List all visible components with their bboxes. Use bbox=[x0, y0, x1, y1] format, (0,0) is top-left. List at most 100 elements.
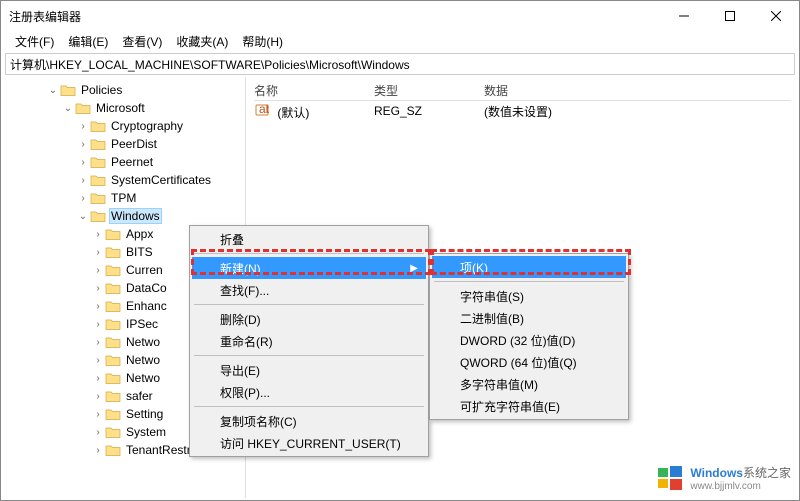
folder-icon bbox=[90, 209, 106, 223]
chevron-right-icon[interactable]: › bbox=[91, 373, 105, 384]
ctx-export[interactable]: 导出(E) bbox=[192, 359, 426, 381]
col-type[interactable]: 类型 bbox=[374, 82, 484, 99]
address-bar[interactable]: 计算机\HKEY_LOCAL_MACHINE\SOFTWARE\Policies… bbox=[5, 53, 795, 75]
separator bbox=[194, 406, 424, 407]
ctx-permissions[interactable]: 权限(P)... bbox=[192, 381, 426, 403]
folder-icon bbox=[105, 389, 121, 403]
svg-text:ab: ab bbox=[259, 103, 269, 116]
col-data[interactable]: 数据 bbox=[484, 82, 791, 99]
tree-label: Setting bbox=[124, 407, 165, 421]
menu-help[interactable]: 帮助(H) bbox=[236, 31, 289, 52]
sub-qword[interactable]: QWORD (64 位)值(Q) bbox=[432, 351, 626, 373]
chevron-right-icon[interactable]: › bbox=[76, 175, 90, 186]
chevron-right-icon[interactable]: › bbox=[91, 301, 105, 312]
tree-label: Netwo bbox=[124, 353, 162, 367]
list-row[interactable]: ab (默认) REG_SZ (数值未设置) bbox=[254, 101, 791, 121]
ctx-new[interactable]: 新建(N) ▶ bbox=[192, 257, 426, 279]
tree-label: TPM bbox=[109, 191, 138, 205]
chevron-down-icon[interactable]: ⌄ bbox=[61, 103, 75, 114]
folder-icon bbox=[105, 443, 121, 457]
sub-binary[interactable]: 二进制值(B) bbox=[432, 307, 626, 329]
chevron-right-icon[interactable]: › bbox=[76, 121, 90, 132]
folder-icon bbox=[90, 155, 106, 169]
folder-icon bbox=[105, 407, 121, 421]
ctx-copykey[interactable]: 复制项名称(C) bbox=[192, 410, 426, 432]
chevron-down-icon[interactable]: ⌄ bbox=[46, 85, 60, 96]
tree-label: System bbox=[124, 425, 168, 439]
tree-label: Policies bbox=[79, 83, 124, 97]
folder-icon bbox=[105, 371, 121, 385]
tree-label: Appx bbox=[124, 227, 155, 241]
tree-label: BITS bbox=[124, 245, 155, 259]
tree-label: Peernet bbox=[109, 155, 155, 169]
tree-item[interactable]: ⌄ Microsoft bbox=[1, 99, 245, 117]
ctx-delete[interactable]: 删除(D) bbox=[192, 308, 426, 330]
separator bbox=[194, 253, 424, 254]
list-header: 名称 类型 数据 bbox=[254, 81, 791, 101]
chevron-right-icon[interactable]: › bbox=[91, 247, 105, 258]
tree-label: Windows bbox=[109, 208, 162, 224]
chevron-right-icon[interactable]: › bbox=[76, 139, 90, 150]
address-text: 计算机\HKEY_LOCAL_MACHINE\SOFTWARE\Policies… bbox=[10, 56, 410, 73]
tree-item[interactable]: › Cryptography bbox=[1, 117, 245, 135]
chevron-right-icon[interactable]: › bbox=[91, 391, 105, 402]
tree-item[interactable]: ⌄ Policies bbox=[1, 81, 245, 99]
submenu-new: 项(K) 字符串值(S) 二进制值(B) DWORD (32 位)值(D) QW… bbox=[429, 253, 629, 420]
chevron-right-icon[interactable]: › bbox=[91, 445, 105, 456]
folder-icon bbox=[105, 353, 121, 367]
separator bbox=[434, 281, 624, 282]
tree-item[interactable]: ›SystemCertificates bbox=[1, 171, 245, 189]
titlebar: 注册表编辑器 bbox=[1, 1, 799, 31]
ctx-collapse[interactable]: 折叠 bbox=[192, 228, 426, 250]
ctx-rename[interactable]: 重命名(R) bbox=[192, 330, 426, 352]
chevron-right-icon[interactable]: › bbox=[76, 193, 90, 204]
window-title: 注册表编辑器 bbox=[9, 8, 661, 25]
sub-expand[interactable]: 可扩充字符串值(E) bbox=[432, 395, 626, 417]
chevron-right-icon[interactable]: › bbox=[91, 337, 105, 348]
tree-label: Netwo bbox=[124, 335, 162, 349]
sub-multi[interactable]: 多字符串值(M) bbox=[432, 373, 626, 395]
tree-item[interactable]: › Peernet bbox=[1, 153, 245, 171]
chevron-right-icon[interactable]: › bbox=[91, 409, 105, 420]
tree-label: Cryptography bbox=[109, 119, 185, 133]
value-type: REG_SZ bbox=[374, 104, 484, 118]
sub-string[interactable]: 字符串值(S) bbox=[432, 285, 626, 307]
sub-key[interactable]: 项(K) bbox=[432, 256, 626, 278]
folder-icon bbox=[105, 317, 121, 331]
tree-item[interactable]: ⌄ Windows bbox=[1, 207, 245, 225]
chevron-down-icon[interactable]: ⌄ bbox=[76, 211, 90, 222]
windows-logo-icon bbox=[656, 464, 684, 492]
tree-item[interactable]: ›PeerDist bbox=[1, 135, 245, 153]
separator bbox=[194, 304, 424, 305]
close-button[interactable] bbox=[753, 1, 799, 31]
tree-label: IPSec bbox=[124, 317, 160, 331]
menu-view[interactable]: 查看(V) bbox=[116, 31, 168, 52]
menu-file[interactable]: 文件(F) bbox=[9, 31, 60, 52]
col-name[interactable]: 名称 bbox=[254, 82, 374, 99]
chevron-right-icon[interactable]: › bbox=[91, 427, 105, 438]
menu-edit[interactable]: 编辑(E) bbox=[62, 31, 114, 52]
minimize-button[interactable] bbox=[661, 1, 707, 31]
folder-icon bbox=[105, 425, 121, 439]
chevron-right-icon[interactable]: › bbox=[91, 355, 105, 366]
chevron-right-icon[interactable]: › bbox=[91, 265, 105, 276]
tree-label: Curren bbox=[124, 263, 165, 277]
tree-label: DataCo bbox=[124, 281, 169, 295]
chevron-right-icon[interactable]: › bbox=[91, 283, 105, 294]
chevron-right-icon[interactable]: › bbox=[91, 319, 105, 330]
folder-icon bbox=[90, 119, 106, 133]
submenu-arrow-icon: ▶ bbox=[410, 263, 418, 274]
tree-label: safer bbox=[124, 389, 155, 403]
chevron-right-icon[interactable]: › bbox=[76, 157, 90, 168]
folder-icon bbox=[105, 299, 121, 313]
folder-icon bbox=[105, 335, 121, 349]
tree-item[interactable]: › TPM bbox=[1, 189, 245, 207]
ctx-goto-hkcu[interactable]: 访问 HKEY_CURRENT_USER(T) bbox=[192, 432, 426, 454]
maximize-button[interactable] bbox=[707, 1, 753, 31]
sub-dword[interactable]: DWORD (32 位)值(D) bbox=[432, 329, 626, 351]
menu-favorites[interactable]: 收藏夹(A) bbox=[170, 31, 234, 52]
folder-icon bbox=[105, 263, 121, 277]
tree-label: Microsoft bbox=[94, 101, 147, 115]
chevron-right-icon[interactable]: › bbox=[91, 229, 105, 240]
ctx-find[interactable]: 查找(F)... bbox=[192, 279, 426, 301]
